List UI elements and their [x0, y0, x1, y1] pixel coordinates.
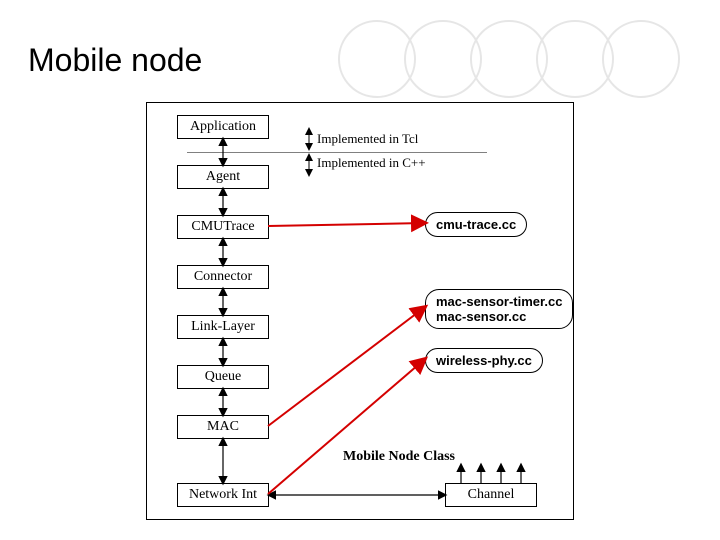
- callout-mac-sensor: mac-sensor-timer.cc mac-sensor.cc: [425, 289, 573, 329]
- box-cmutrace: CMUTrace: [177, 215, 269, 239]
- callout-text-2: mac-sensor.cc: [436, 309, 562, 324]
- box-linklayer: Link-Layer: [177, 315, 269, 339]
- box-channel: Channel: [445, 483, 537, 507]
- callout-text: wireless-phy.cc: [436, 353, 532, 368]
- circle: [602, 20, 680, 98]
- box-queue: Queue: [177, 365, 269, 389]
- callout-wireless-phy: wireless-phy.cc: [425, 348, 543, 373]
- label-mobile-node-class: Mobile Node Class: [343, 449, 455, 465]
- box-connector: Connector: [177, 265, 269, 289]
- box-mac: MAC: [177, 415, 269, 439]
- callout-text: cmu-trace.cc: [436, 217, 516, 232]
- label-impl-tcl: Implemented in Tcl: [317, 131, 418, 147]
- callout-text-1: mac-sensor-timer.cc: [436, 294, 562, 309]
- divider-tcl-cpp: [187, 152, 487, 153]
- box-application: Application: [177, 115, 269, 139]
- box-agent: Agent: [177, 165, 269, 189]
- box-netint: Network Int: [177, 483, 269, 507]
- decorative-circles: [350, 20, 680, 98]
- page-title: Mobile node: [28, 42, 202, 79]
- label-impl-cpp: Implemented in C++: [317, 155, 426, 171]
- callout-cmu-trace: cmu-trace.cc: [425, 212, 527, 237]
